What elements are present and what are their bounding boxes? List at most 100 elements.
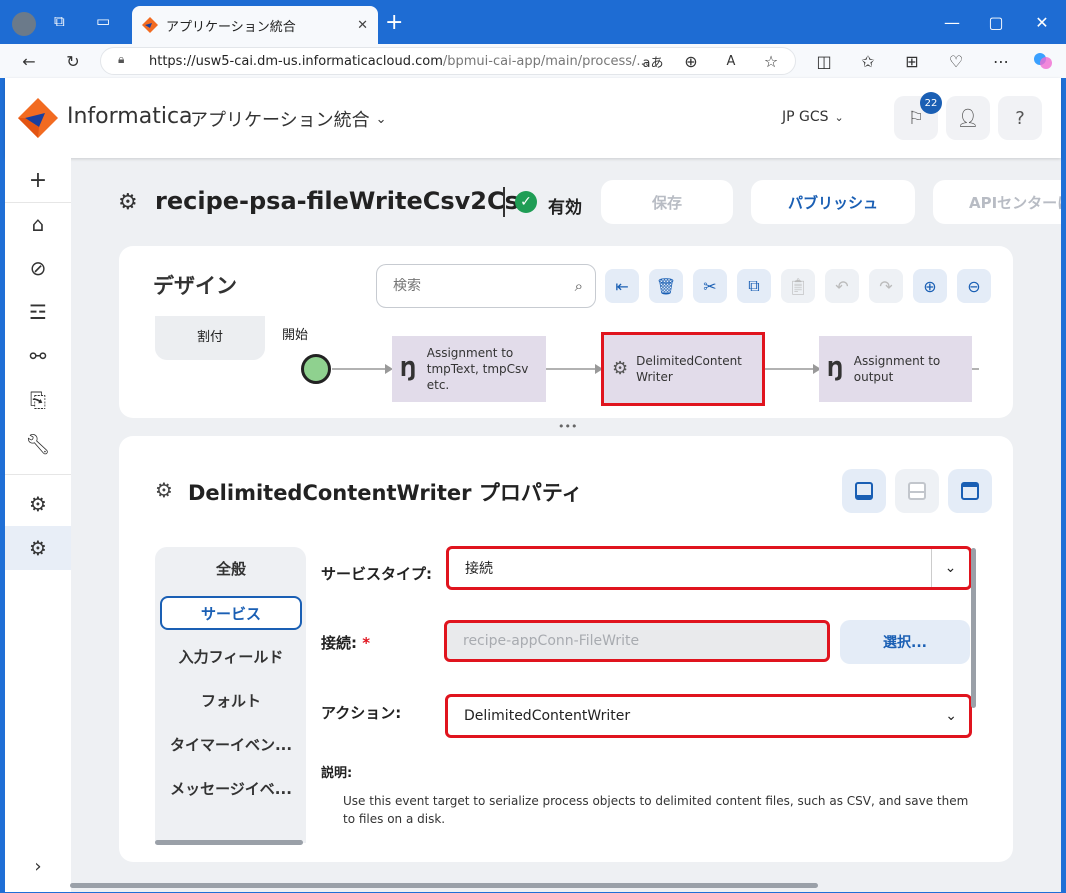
required-mark: * [362, 634, 371, 652]
favorites-icon[interactable]: ✩ [855, 48, 881, 74]
workspaces-icon[interactable]: ⧉ [54, 12, 74, 32]
explore-compass-icon[interactable]: ⊘ [20, 250, 56, 286]
title-divider [503, 187, 505, 217]
copilot-icon[interactable] [1030, 48, 1056, 74]
tab-general[interactable]: 全般 [160, 550, 302, 586]
tab-input-fields[interactable]: 入力フィールド [160, 638, 302, 674]
expand-nav-chevron-icon[interactable]: › [20, 848, 56, 884]
save-button[interactable]: 保存 [601, 180, 733, 224]
tab-actions-icon[interactable]: ▭ [96, 12, 116, 32]
action-label: アクション: [321, 704, 402, 722]
user-profile-button[interactable]: 👤︎ [946, 96, 990, 140]
browser-essentials-icon[interactable]: ♡ [943, 48, 969, 74]
more-menu-icon[interactable]: ⋯ [988, 48, 1014, 74]
action-select[interactable]: DelimitedContentWriter ⌄ [445, 694, 972, 738]
connection-value: recipe-appConn-FileWrite [463, 633, 640, 649]
new-tab-button[interactable]: + [385, 10, 403, 35]
collapse-left-icon[interactable]: ⇤ [605, 269, 639, 303]
split-screen-icon[interactable]: ◫ [811, 48, 837, 74]
refresh-icon[interactable]: ↻ [60, 48, 86, 74]
service-type-select[interactable]: 接続 ⌄ [446, 546, 972, 590]
copy-icon[interactable]: ⧉ [737, 269, 771, 303]
collections-icon[interactable]: ⊞ [899, 48, 925, 74]
org-switcher[interactable]: JP GCS ⌄ [782, 109, 844, 125]
brand-name: Informatica [67, 104, 193, 129]
redo-icon[interactable]: ↷ [869, 269, 903, 303]
process-gears-icon: ⚙ [118, 190, 138, 215]
connection-field[interactable]: recipe-appConn-FileWrite [444, 620, 830, 662]
panel-splitter-handle[interactable]: ••• [558, 420, 577, 433]
process-gears-active-icon[interactable]: ⚙ [20, 530, 56, 566]
favorite-star-icon[interactable]: ☆ [758, 48, 784, 74]
service-gears-icon: ⚙ [612, 358, 629, 379]
panel-bottom-icon [855, 482, 873, 500]
flow-node-assignment-tmp[interactable]: Ŋ Assignment to tmpText, tmpCsv etc. [392, 336, 546, 402]
maximize-icon[interactable]: ▢ [982, 8, 1010, 36]
zoom-icon[interactable]: ⊕ [678, 48, 704, 74]
home-icon[interactable]: ⌂ [20, 206, 56, 242]
properties-title: DelimitedContentWriter プロパティ [188, 481, 583, 505]
browser-tab[interactable]: アプリケーション統合 ✕ [132, 6, 378, 44]
action-value: DelimitedContentWriter [464, 708, 631, 724]
tab-title: アプリケーション統合 [166, 19, 296, 35]
chevron-down-icon: ⌄ [375, 111, 387, 127]
url-host: https://usw5-cai.dm-us.informaticacloud.… [149, 53, 443, 69]
form-scrollbar[interactable] [971, 548, 976, 708]
search-icon: ⌕ [574, 277, 583, 295]
notification-count-badge: 22 [920, 92, 942, 114]
paste-icon[interactable]: 📋︎ [781, 269, 815, 303]
assets-icon[interactable]: ⎘ [20, 382, 56, 418]
product-name: アプリケーション統合 [190, 110, 370, 131]
monitor-icon[interactable]: ☲ [20, 294, 56, 330]
delete-icon[interactable]: 🗑︎ [649, 269, 683, 303]
org-name: JP GCS [782, 109, 829, 125]
zoom-out-icon[interactable]: ⊖ [957, 269, 991, 303]
close-window-icon[interactable]: ✕ [1028, 8, 1056, 36]
tab-faults[interactable]: フォルト [160, 682, 302, 718]
assignment-icon: Ŋ [400, 357, 417, 381]
valid-check-icon: ✓ [515, 191, 537, 213]
search-box[interactable]: ⌕ [376, 264, 596, 308]
back-icon[interactable]: ← [16, 48, 42, 74]
profile-avatar[interactable] [12, 12, 36, 36]
read-aloud-icon[interactable]: aあ [640, 48, 666, 74]
minimize-icon[interactable]: — [938, 8, 966, 36]
lock-icon[interactable]: 🔒︎ [118, 52, 124, 67]
product-switcher[interactable]: アプリケーション統合 ⌄ [190, 106, 387, 132]
help-button[interactable]: ? [998, 96, 1042, 140]
chevron-down-icon: ⌄ [945, 708, 957, 724]
select-connection-button[interactable]: 選択... [840, 620, 970, 664]
publish-button[interactable]: パブリッシュ [751, 180, 915, 224]
tab-timer-events[interactable]: タイマーイベン... [160, 726, 302, 762]
informatica-favicon [142, 17, 158, 33]
text-size-icon[interactable]: A [718, 48, 744, 74]
tab-service[interactable]: サービス [160, 596, 302, 630]
search-input[interactable] [393, 278, 575, 294]
wrench-icon[interactable]: 🔧︎ [20, 426, 56, 462]
informatica-logo-icon [17, 97, 59, 143]
process-title: recipe-psa-fileWriteCsv2Csv [155, 187, 535, 215]
close-tab-icon[interactable]: ✕ [357, 18, 368, 33]
flow-node-assignment-output[interactable]: Ŋ Assignment to output [819, 336, 972, 402]
page-horizontal-scrollbar[interactable] [70, 883, 818, 888]
undo-icon[interactable]: ↶ [825, 269, 859, 303]
chevron-down-icon: ⌄ [931, 549, 969, 587]
api-center-button[interactable]: APIセンターに [933, 180, 1061, 224]
layout-split-button[interactable] [895, 469, 939, 513]
process-gears-icon[interactable]: ⚙ [20, 486, 56, 522]
flow-node-delimited-writer[interactable]: ⚙ DelimitedContent Writer [601, 332, 765, 406]
tabs-scrollbar[interactable] [155, 840, 303, 845]
cut-icon[interactable]: ✂ [693, 269, 727, 303]
layout-top-button[interactable] [948, 469, 992, 513]
user-icon: 👤︎ [956, 107, 980, 129]
assignment-icon: Ŋ [827, 357, 844, 381]
panel-split-icon [908, 482, 926, 500]
flag-icon: ⚐ [907, 107, 925, 129]
description-label: 説明: [321, 766, 353, 781]
nav-divider [5, 474, 71, 475]
layout-bottom-button[interactable] [842, 469, 886, 513]
connections-icon[interactable]: ⚯ [20, 338, 56, 374]
add-icon[interactable]: + [20, 162, 56, 198]
zoom-in-icon[interactable]: ⊕ [913, 269, 947, 303]
tab-message-events[interactable]: メッセージイベ... [160, 770, 302, 806]
